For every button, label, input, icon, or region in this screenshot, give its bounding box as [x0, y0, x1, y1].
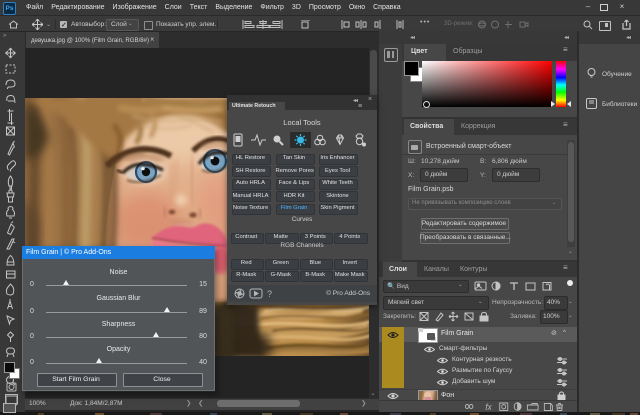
svg-text:fx: fx — [485, 402, 492, 411]
